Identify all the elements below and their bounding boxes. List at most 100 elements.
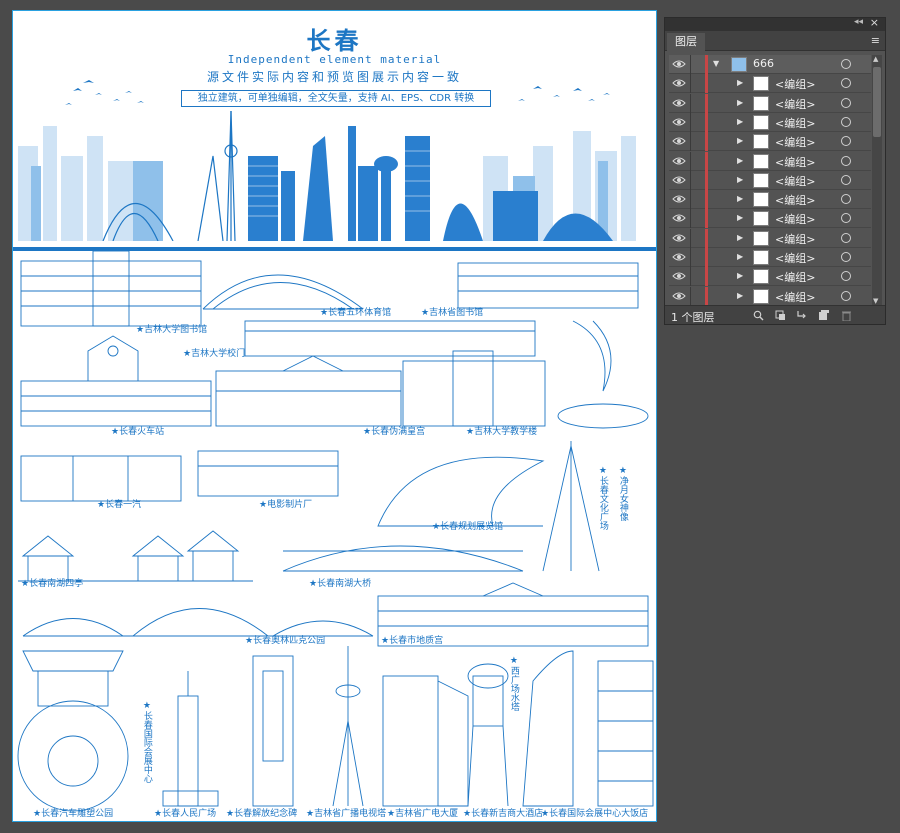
disclosure-triangle-icon[interactable]: ▶ [737,271,743,280]
disclosure-triangle-icon[interactable]: ▶ [737,213,743,222]
lock-column[interactable] [690,151,691,171]
label-culture-square: ★长春文化广场 [597,466,608,530]
new-layer-icon[interactable] [818,310,829,321]
target-circle-icon[interactable] [841,232,851,243]
lock-column[interactable] [690,190,691,210]
eye-icon[interactable] [672,174,686,186]
sublayer-row[interactable]: ▶ <编组> [669,151,871,171]
target-circle-icon[interactable] [841,59,851,69]
scroll-down-icon[interactable]: ▼ [873,297,878,305]
lock-column[interactable] [690,112,691,132]
target-circle-icon[interactable] [841,271,851,282]
layer-name[interactable]: <编组> [775,250,815,266]
scroll-up-icon[interactable]: ▲ [873,55,878,63]
lock-column[interactable] [690,286,691,305]
lock-column[interactable] [690,248,691,267]
disclosure-triangle-icon[interactable]: ▼ [713,59,719,68]
disclosure-triangle-icon[interactable]: ▶ [737,117,743,126]
target-circle-icon[interactable] [841,194,851,205]
layer-name[interactable]: <编组> [775,76,815,92]
target-circle-icon[interactable] [841,290,851,301]
lock-column[interactable] [690,132,691,152]
disclosure-triangle-icon[interactable]: ▶ [737,252,743,261]
eye-icon[interactable] [672,290,686,302]
eye-icon[interactable] [672,270,686,282]
lock-column[interactable] [690,228,691,248]
layers-scrollbar[interactable]: ▲ ▼ [872,55,882,305]
eye-icon[interactable] [672,155,686,167]
panel-footer: 1 个图层 [665,305,885,324]
panel-menu-icon[interactable]: ≡ [871,34,880,47]
sublayer-row[interactable]: ▶ <编组> [669,248,871,267]
disclosure-triangle-icon[interactable]: ▶ [737,136,743,145]
lock-column[interactable] [690,267,691,287]
target-circle-icon[interactable] [841,78,851,89]
layer-name[interactable]: <编组> [775,173,815,189]
sublayer-row[interactable]: ▶ <编组> [669,93,871,113]
panel-titlebar[interactable]: ◂◂ × [665,16,885,31]
trash-icon[interactable] [841,310,852,321]
layer-row-top[interactable]: ▼ 666 [669,55,871,74]
eye-icon[interactable] [672,135,686,147]
disclosure-triangle-icon[interactable]: ▶ [737,156,743,165]
scroll-thumb[interactable] [873,67,881,137]
layer-name[interactable]: <编组> [775,192,815,208]
layer-thumbnail [753,288,769,304]
disclosure-triangle-icon[interactable]: ▶ [737,194,743,203]
disclosure-triangle-icon[interactable]: ▶ [737,233,743,242]
artboard-canvas[interactable]: 长春 Independent element material 源文件实际内容和… [12,10,657,822]
sublayer-row[interactable]: ▶ <编组> [669,228,871,248]
target-circle-icon[interactable] [841,97,851,108]
disclosure-triangle-icon[interactable]: ▶ [737,78,743,87]
layer-name[interactable]: <编组> [775,96,815,112]
eye-icon[interactable] [672,232,686,244]
layer-name[interactable]: <编组> [775,134,815,150]
sublayer-row[interactable]: ▶ <编组> [669,74,871,94]
sublayer-row[interactable]: ▶ <编组> [669,170,871,190]
target-circle-icon[interactable] [841,136,851,147]
lock-column[interactable] [690,170,691,190]
disclosure-triangle-icon[interactable]: ▶ [737,98,743,107]
eye-icon[interactable] [672,77,686,89]
sublayer-row[interactable]: ▶ <编组> [669,209,871,229]
poster-subtitle: Independent element material [227,53,442,66]
clipping-mask-icon[interactable] [775,310,786,321]
target-circle-icon[interactable] [841,155,851,166]
collapse-icon[interactable]: ◂◂ [854,17,863,27]
target-circle-icon[interactable] [841,252,851,262]
search-icon[interactable] [753,310,764,321]
sublayer-row[interactable]: ▶ <编组> [669,267,871,287]
sublayer-row[interactable]: ▶ <编组> [669,132,871,152]
layer-name[interactable]: <编组> [775,269,815,285]
eye-icon[interactable] [672,97,686,109]
eye-icon[interactable] [672,212,686,224]
eye-icon[interactable] [672,251,686,263]
layer-name[interactable]: <编组> [775,154,815,170]
label-film-studio: ★电影制片厂 [259,500,313,510]
target-circle-icon[interactable] [841,116,851,127]
disclosure-triangle-icon[interactable]: ▶ [737,175,743,184]
target-circle-icon[interactable] [841,174,851,185]
target-circle-icon[interactable] [841,213,851,224]
layer-name[interactable]: <编组> [775,115,815,131]
sublayer-row[interactable]: ▶ <编组> [669,190,871,210]
sublayer-row[interactable]: ▶ <编组> [669,112,871,132]
eye-icon[interactable] [672,116,686,128]
tab-layers[interactable]: 图层 [667,33,705,51]
layer-name[interactable]: <编组> [775,289,815,305]
label-broadcast-building: ★吉林省广电大厦 [387,809,459,819]
lock-column[interactable] [690,74,691,94]
eye-icon[interactable] [672,58,686,70]
layer-name[interactable]: <编组> [775,231,815,247]
disclosure-triangle-icon[interactable]: ▶ [737,291,743,300]
layer-name[interactable]: <编组> [775,211,815,227]
close-icon[interactable]: × [870,16,879,29]
new-sublayer-icon[interactable] [796,310,807,321]
eye-icon[interactable] [672,193,686,205]
sublayer-row[interactable]: ▶ <编组> [669,286,871,305]
layer-name[interactable]: 666 [753,57,774,70]
lock-column[interactable] [690,93,691,113]
label-conv-hotel: ★长春国际会展中心大饭店 [541,809,649,819]
lock-column[interactable] [690,209,691,229]
lock-column[interactable] [690,55,691,74]
